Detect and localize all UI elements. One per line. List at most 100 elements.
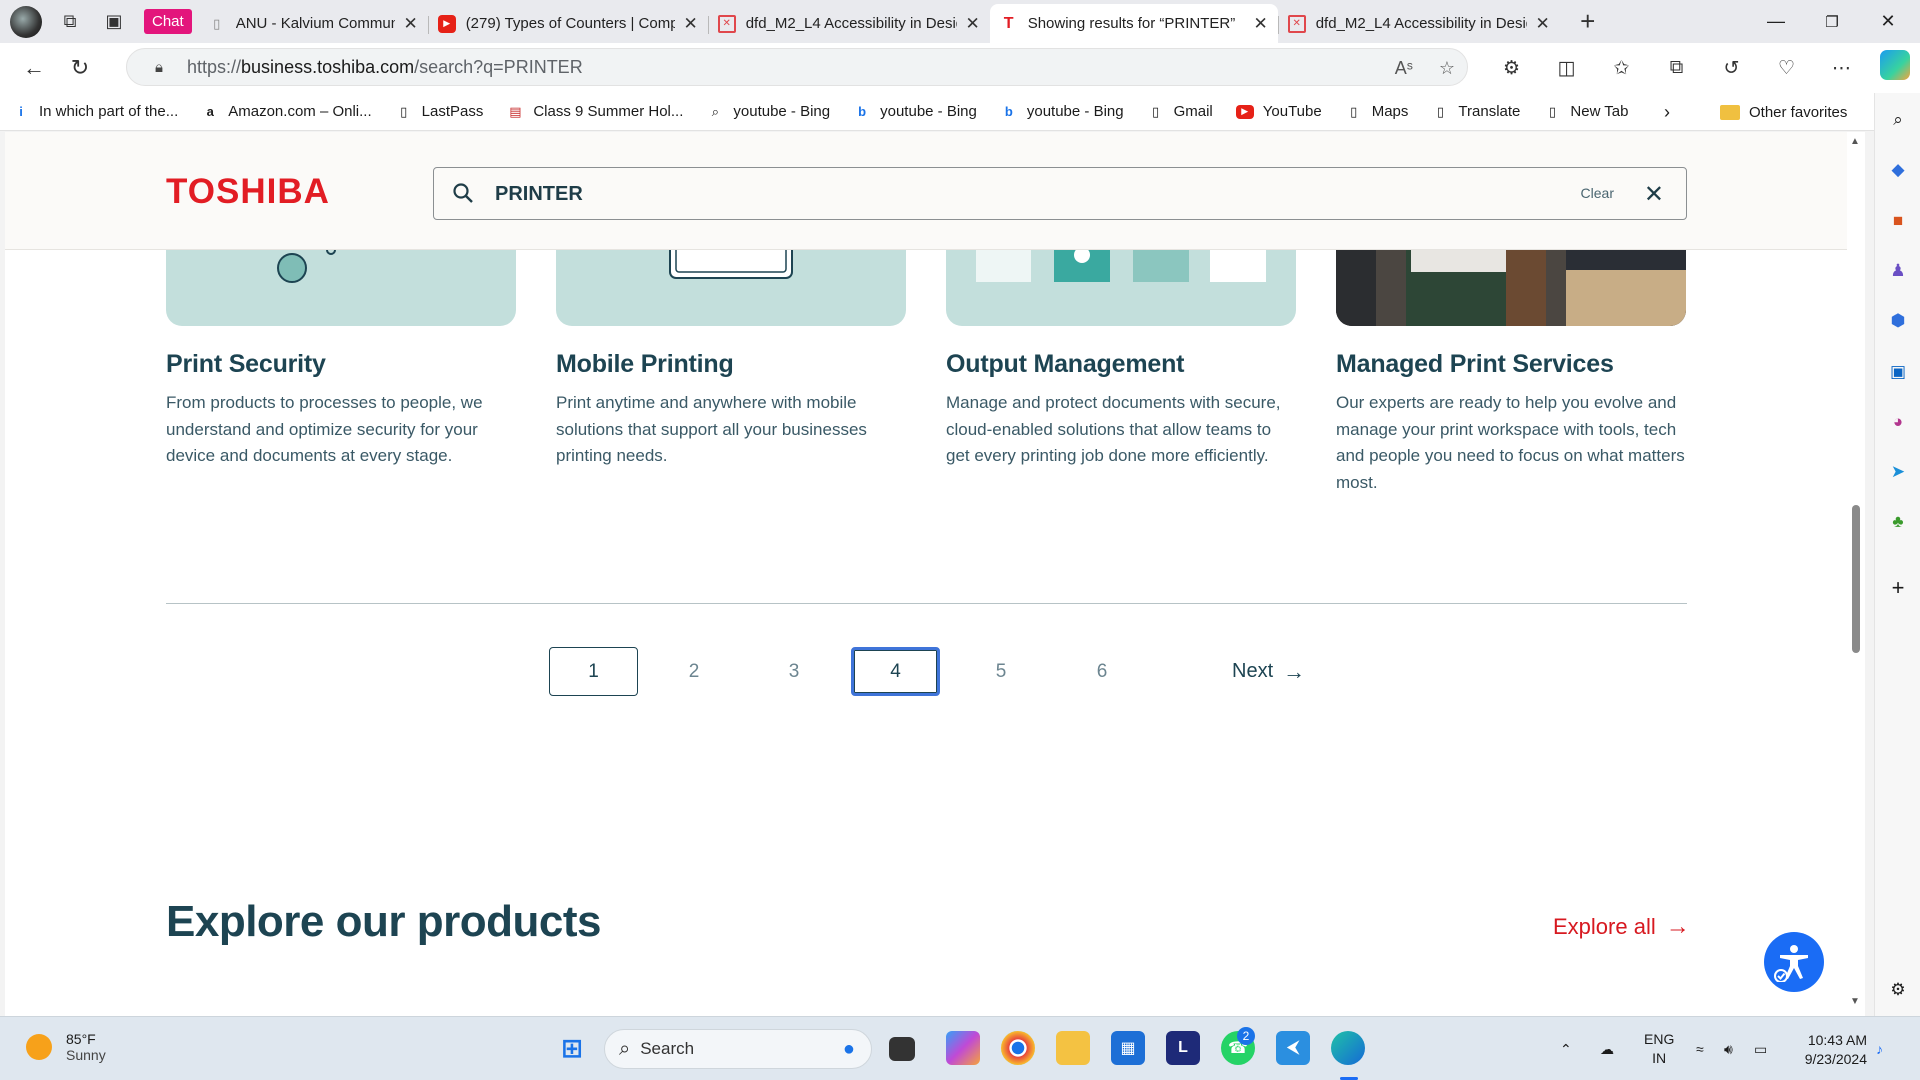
vscode-icon[interactable]: ⮜ <box>1276 1031 1310 1065</box>
split-screen-icon[interactable]: ◫ <box>1539 57 1594 80</box>
onedrive-icon[interactable]: ☁ <box>1600 1017 1614 1080</box>
tray-chevron-icon[interactable]: ⌃ <box>1560 1017 1572 1080</box>
chrome-icon[interactable] <box>1001 1031 1035 1065</box>
tab-actions-icon[interactable]: ▣ <box>92 0 136 43</box>
browser-essentials-icon[interactable]: ♡ <box>1759 57 1814 80</box>
tree-icon[interactable]: ♣ <box>1875 507 1920 537</box>
clear-button[interactable]: Clear <box>1581 185 1614 201</box>
copilot-icon[interactable] <box>946 1031 980 1065</box>
system-clock[interactable]: 10:43 AM 9/23/2024 <box>1795 1031 1867 1069</box>
address-bar[interactable]: 🔒︎ https://business.toshiba.com/search?q… <box>126 48 1468 86</box>
file-explorer-icon[interactable] <box>1056 1031 1090 1065</box>
favorite-item[interactable]: i In which part of the... <box>12 103 178 121</box>
card-title[interactable]: Output Management <box>946 350 1184 379</box>
card-title[interactable]: Managed Print Services <box>1336 350 1614 379</box>
workspaces-icon[interactable]: ⧉ <box>48 0 92 43</box>
edge-icon[interactable] <box>1331 1031 1365 1065</box>
favorite-item[interactable]: ▯ Maps <box>1345 103 1408 121</box>
close-icon[interactable]: ✕ <box>1535 14 1549 34</box>
favorites-icon[interactable]: ✩ <box>1594 57 1649 80</box>
card-title[interactable]: Mobile Printing <box>556 350 734 379</box>
store-icon[interactable]: ▦ <box>1111 1031 1145 1065</box>
tab-figma-2[interactable]: ✕ dfd_M2_L4 Accessibility in Desig ✕ <box>1277 7 1560 41</box>
add-icon[interactable]: + <box>1875 573 1920 603</box>
close-icon[interactable]: ✕ <box>1644 180 1664 209</box>
favorite-item[interactable]: b youtube - Bing <box>1000 103 1124 121</box>
new-tab-icon[interactable]: + <box>1566 0 1610 43</box>
search-icon[interactable]: ⌕ <box>1875 105 1920 135</box>
favorite-item[interactable]: ▯ New Tab <box>1543 103 1629 121</box>
other-favorites[interactable]: Other favorites <box>1720 93 1847 131</box>
page-button-3[interactable]: 3 <box>774 647 814 696</box>
page-button-4-current[interactable]: 4 <box>851 647 940 696</box>
weather-widget[interactable]: 85°F Sunny <box>26 1031 106 1063</box>
favorite-item[interactable]: ▯ LastPass <box>395 103 483 121</box>
chat-tab[interactable]: Chat <box>144 9 192 34</box>
favorite-item[interactable]: ▯ Gmail <box>1147 103 1213 121</box>
collections-icon[interactable]: ⧉ <box>1649 57 1704 79</box>
notification-bell-icon[interactable]: ♪ <box>1876 1017 1883 1080</box>
page-button-5[interactable]: 5 <box>981 647 1021 696</box>
telegram-icon[interactable]: ➤ <box>1875 457 1920 487</box>
restore-icon[interactable]: ❐ <box>1804 0 1860 43</box>
read-aloud-icon[interactable]: Aˢ <box>1395 58 1413 79</box>
favorite-item[interactable]: a Amazon.com – Onli... <box>201 103 372 121</box>
explore-all-link[interactable]: Explore all → <box>1553 913 1690 941</box>
card-title[interactable]: Print Security <box>166 350 326 379</box>
search-icon: ⌕ <box>711 103 720 119</box>
copilot-icon[interactable] <box>1880 50 1910 80</box>
close-icon[interactable]: ✕ <box>965 14 979 34</box>
favorite-item[interactable]: ▤ Class 9 Summer Hol... <box>506 103 683 121</box>
minimize-icon[interactable]: — <box>1748 0 1804 43</box>
close-icon[interactable]: ✕ <box>1253 14 1267 34</box>
search-icon[interactable] <box>452 182 474 204</box>
history-icon[interactable]: ↺ <box>1704 57 1759 80</box>
more-options-icon[interactable]: ⋯ <box>1814 57 1869 80</box>
settings-gear-icon[interactable]: ⚙ <box>1875 975 1920 1005</box>
page-button-1[interactable]: 1 <box>549 647 638 696</box>
tools-icon[interactable]: ■ <box>1875 206 1920 236</box>
toshiba-logo[interactable]: TOSHIBA <box>166 172 330 212</box>
favorite-item[interactable]: b youtube - Bing <box>853 103 977 121</box>
volume-icon[interactable]: 🔊︎ <box>1724 1017 1733 1080</box>
outlook-icon[interactable]: ▣ <box>1875 357 1920 387</box>
scroll-up-icon[interactable]: ▲ <box>1850 136 1860 147</box>
close-icon[interactable]: ✕ <box>403 14 417 34</box>
close-icon[interactable]: ✕ <box>683 14 697 34</box>
tab-toshiba-active[interactable]: T Showing results for “PRINTER” ✕ <box>989 4 1278 43</box>
chevron-right-icon[interactable]: › <box>1664 93 1670 131</box>
shopping-tag-icon[interactable]: ◆ <box>1875 155 1920 185</box>
favorite-item[interactable]: ▶ YouTube <box>1235 103 1322 120</box>
window-close-icon[interactable]: ✕ <box>1860 0 1916 43</box>
tab-figma-1[interactable]: ✕ dfd_M2_L4 Accessibility in Desig ✕ <box>707 7 990 41</box>
language-indicator[interactable]: ENG IN <box>1644 1017 1674 1080</box>
next-page-button[interactable]: Next → <box>1232 647 1305 696</box>
designer-icon[interactable]: ◕ <box>1875 407 1920 437</box>
scrollbar-thumb[interactable] <box>1852 505 1860 653</box>
favorite-item[interactable]: ▯ Translate <box>1431 103 1521 121</box>
task-view-icon[interactable] <box>889 1037 915 1061</box>
tab-youtube[interactable]: ▶ (279) Types of Counters | Comp ✕ <box>427 7 708 41</box>
battery-icon[interactable]: ▭ <box>1754 1017 1767 1080</box>
profile-avatar[interactable] <box>10 5 42 38</box>
windows-start-icon[interactable]: ⊞ <box>555 1031 589 1065</box>
favorite-star-icon[interactable]: ☆ <box>1439 58 1455 79</box>
tab-kalvium[interactable]: ▯ ANU - Kalvium Community Wik ✕ <box>198 7 428 41</box>
accessibility-widget-button[interactable] <box>1764 932 1824 992</box>
extensions-icon[interactable]: ⚙ <box>1484 57 1539 80</box>
search-input[interactable]: PRINTER <box>495 183 583 206</box>
taskbar-search[interactable]: ⌕ Search ● <box>604 1029 872 1069</box>
launcher-l-icon[interactable]: L <box>1166 1031 1200 1065</box>
scroll-down-icon[interactable]: ▼ <box>1850 996 1860 1007</box>
page-button-6[interactable]: 6 <box>1082 647 1122 696</box>
page-button-2[interactable]: 2 <box>674 647 714 696</box>
refresh-icon[interactable]: ↻ <box>58 48 102 88</box>
microsoft365-icon[interactable]: ⬢ <box>1875 306 1920 336</box>
lock-icon[interactable]: 🔒︎ <box>139 59 179 76</box>
games-icon[interactable]: ♟ <box>1875 256 1920 286</box>
wifi-icon[interactable]: ≈ <box>1696 1017 1704 1080</box>
site-search-box[interactable]: PRINTER Clear ✕ <box>433 167 1687 220</box>
page-scrollbar[interactable]: ▲ ▼ <box>1847 132 1865 1016</box>
favorite-item[interactable]: ⌕ youtube - Bing <box>706 103 830 121</box>
back-arrow-icon[interactable]: ← <box>12 48 56 88</box>
